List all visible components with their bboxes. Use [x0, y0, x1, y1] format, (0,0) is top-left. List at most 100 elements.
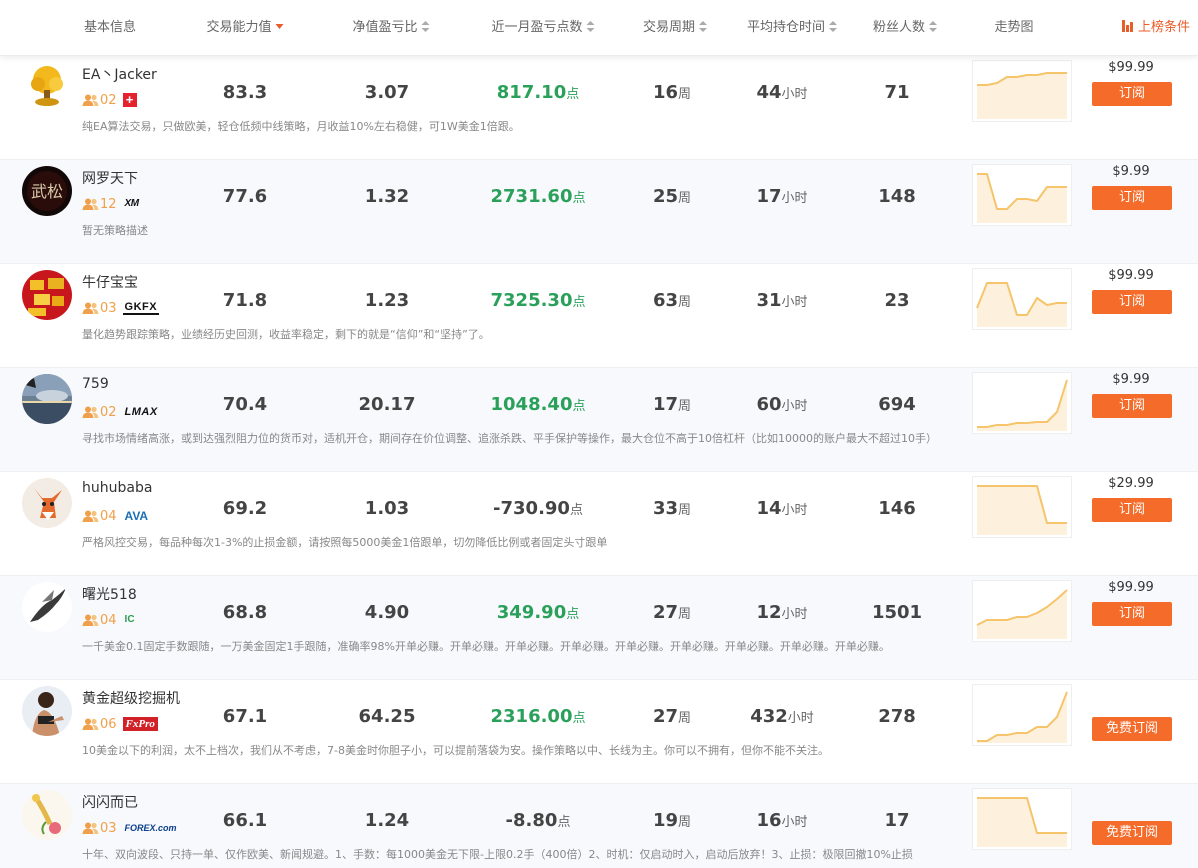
- points-number: 817.10: [496, 82, 567, 103]
- avg-hold-value: 60小时: [756, 394, 807, 415]
- fans-count: 1501: [871, 602, 923, 623]
- trader-name[interactable]: 网罗天下: [82, 168, 138, 188]
- trader-row[interactable]: 759 02 LMAX 寻找市场情绪高涨，或到达强烈阻力位的货币对，适机开仓，期…: [0, 368, 1198, 472]
- month-points-value: 1048.40点: [491, 394, 586, 415]
- trader-row[interactable]: 牛仔宝宝 03 GKFX 量化趋势跟踪策略，业绩经历史回测，收益率稳定，剩下的就…: [0, 264, 1198, 368]
- free-subscribe-button[interactable]: 免费订阅: [1092, 717, 1172, 741]
- points-unit: 点: [569, 503, 583, 518]
- points-unit: 点: [572, 295, 586, 310]
- avg-hold-value: 14小时: [756, 498, 807, 519]
- period-unit: 周: [678, 815, 692, 830]
- fans-badge: 02: [100, 404, 117, 420]
- hold-number: 60: [756, 394, 782, 415]
- trade-period-value: 27周: [653, 706, 691, 727]
- trader-meta: 12 XM: [82, 196, 141, 212]
- trader-row[interactable]: 曙光518 04 IC 一千美金0.1固定手数跟随，一万美金固定1手跟随，准确率…: [0, 576, 1198, 680]
- strategy-description: 纯EA算法交易，只做欧美，轻仓低频中线策略，月收益10%左右稳健，可1W美金1倍…: [82, 120, 520, 133]
- avatar[interactable]: [22, 478, 72, 528]
- fans-badge: 04: [100, 612, 117, 628]
- col-net-profit-ratio[interactable]: 净值盈亏比: [352, 0, 430, 56]
- sort-icon: [586, 21, 595, 32]
- month-points-value: -8.80点: [506, 810, 571, 831]
- trend-chart: [972, 788, 1072, 850]
- subscription-price: $99.99: [1108, 60, 1154, 75]
- col-basic-info: 基本信息: [84, 0, 136, 56]
- net-profit-ratio-value: 1.24: [364, 810, 410, 831]
- avatar[interactable]: [22, 270, 72, 320]
- hold-number: 432: [750, 706, 788, 727]
- trader-row[interactable]: EA丶Jacker 02 + 纯EA算法交易，只做欧美，轻仓低频中线策略，月收益…: [0, 56, 1198, 160]
- broker-logo: FxPro: [122, 717, 158, 731]
- trader-meta: 02 +: [82, 92, 137, 108]
- trend-chart: [972, 372, 1072, 434]
- col-month-points[interactable]: 近一月盈亏点数: [491, 0, 595, 56]
- fans-count: 694: [878, 394, 916, 415]
- avg-hold-value: 44小时: [756, 82, 807, 103]
- svg-text:武松: 武松: [31, 182, 63, 201]
- hold-number: 14: [756, 498, 782, 519]
- col-fans[interactable]: 粉丝人数: [873, 0, 938, 56]
- subscribe-button[interactable]: 订阅: [1092, 186, 1172, 210]
- hold-unit: 小时: [781, 191, 808, 206]
- fans-count: 148: [878, 186, 916, 207]
- avatar[interactable]: [22, 582, 72, 632]
- strategy-description: 暂无策略描述: [82, 224, 148, 237]
- col-trend: 走势图: [994, 0, 1033, 56]
- trader-row[interactable]: huhubaba 04 AVA 严格风控交易，每品种每次1-3%的止损金额，请按…: [0, 472, 1198, 576]
- trend-chart: [972, 164, 1072, 226]
- broker-logo: FOREX.com: [124, 823, 177, 833]
- points-number: -730.90: [493, 498, 570, 519]
- trader-name[interactable]: huhubaba: [82, 480, 152, 496]
- avatar[interactable]: [22, 790, 72, 840]
- free-subscribe-button[interactable]: 免费订阅: [1092, 821, 1172, 845]
- month-points-value: 2316.00点: [491, 706, 586, 727]
- subscribe-button[interactable]: 订阅: [1092, 498, 1172, 522]
- points-unit: 点: [557, 815, 571, 830]
- fans-count: 17: [884, 810, 910, 831]
- month-points-value: 817.10点: [497, 82, 579, 103]
- fans-icon: [82, 510, 99, 522]
- trader-meta: 03 FOREX.com: [82, 820, 179, 836]
- trader-name[interactable]: 曙光518: [82, 584, 137, 604]
- fans-icon: [82, 302, 99, 314]
- month-points-value: 7325.30点: [491, 290, 586, 311]
- trader-row[interactable]: 黄金超级挖掘机 06 FxPro 10美金以下的利润，太不上档次，我们从不考虑，…: [0, 680, 1198, 784]
- col-trade-period[interactable]: 交易周期: [643, 0, 708, 56]
- avg-hold-value: 17小时: [756, 186, 807, 207]
- period-number: 63: [652, 290, 679, 311]
- net-profit-ratio-value: 4.90: [364, 602, 410, 623]
- broker-logo: IC: [124, 614, 135, 625]
- hold-unit: 小时: [781, 399, 808, 414]
- ranking-condition-label: 上榜条件: [1137, 20, 1191, 35]
- strategy-description: 十年、双向波段、只持一单、仅作欧美、新闻规避。1、手数：每1000美金无下限-上…: [82, 848, 913, 861]
- trader-row[interactable]: 武松 网罗天下 12 XM 暂无策略描述 77.6 1.32 2731.60点 …: [0, 160, 1198, 264]
- net-profit-ratio-value: 1.32: [364, 186, 410, 207]
- strategy-description: 量化趋势跟踪策略，业绩经历史回测，收益率稳定，剩下的就是“信仰”和“坚持”了。: [82, 328, 490, 341]
- avatar[interactable]: [22, 686, 72, 736]
- trader-name[interactable]: 黄金超级挖掘机: [82, 688, 180, 708]
- period-unit: 周: [678, 711, 692, 726]
- period-unit: 周: [678, 191, 692, 206]
- trader-name[interactable]: EA丶Jacker: [82, 64, 157, 84]
- bar-chart-icon: [1121, 20, 1134, 32]
- avatar[interactable]: [22, 62, 72, 112]
- trader-name[interactable]: 牛仔宝宝: [82, 272, 138, 292]
- ranking-condition-link[interactable]: 上榜条件: [1121, 0, 1191, 56]
- fans-badge: 12: [100, 196, 117, 212]
- trader-row[interactable]: 闪闪而已 03 FOREX.com 十年、双向波段、只持一单、仅作欧美、新闻规避…: [0, 784, 1198, 868]
- subscribe-button[interactable]: 订阅: [1092, 394, 1172, 418]
- subscription-price: $99.99: [1108, 580, 1154, 595]
- col-avg-hold[interactable]: 平均持仓时间: [747, 0, 838, 56]
- subscribe-button[interactable]: 订阅: [1092, 82, 1172, 106]
- avatar[interactable]: [22, 374, 72, 424]
- subscribe-button[interactable]: 订阅: [1092, 290, 1172, 314]
- trend-chart: [972, 476, 1072, 538]
- trader-name[interactable]: 闪闪而已: [82, 792, 138, 812]
- trader-name[interactable]: 759: [82, 376, 109, 392]
- strategy-description: 寻找市场情绪高涨，或到达强烈阻力位的货币对，适机开仓，期间存在价位调整、追涨杀跌…: [82, 432, 937, 445]
- col-trade-ability[interactable]: 交易能力值: [206, 0, 284, 56]
- subscribe-button[interactable]: 订阅: [1092, 602, 1172, 626]
- period-number: 33: [652, 498, 679, 519]
- avatar[interactable]: 武松: [22, 166, 72, 216]
- hold-number: 17: [756, 186, 782, 207]
